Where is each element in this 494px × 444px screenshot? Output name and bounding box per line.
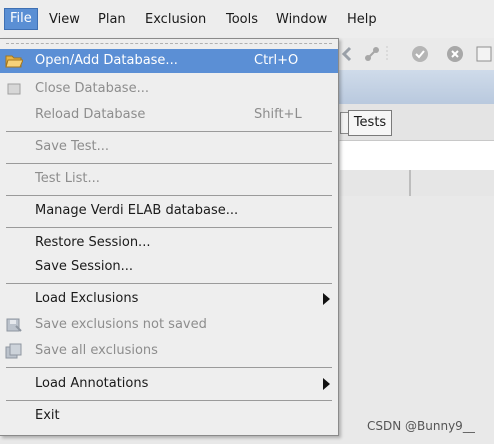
menu-item-restore-session[interactable]: Restore Session...: [0, 231, 338, 255]
menu-item-exit[interactable]: Exit: [0, 404, 338, 428]
column-header: [340, 170, 494, 197]
menu-item-label: Open/Add Database...: [35, 53, 178, 68]
menu-file[interactable]: File: [4, 8, 38, 30]
menu-separator: [6, 367, 332, 368]
tearoff-line[interactable]: [6, 43, 332, 44]
tab-tests[interactable]: Tests: [348, 110, 392, 136]
submenu-arrow-icon: [323, 378, 330, 390]
menu-view[interactable]: View: [44, 10, 85, 30]
database-icon: [7, 83, 21, 95]
menu-separator: [6, 227, 332, 228]
watermark: CSDN @Bunny9__: [367, 419, 475, 433]
menu-separator: [6, 131, 332, 132]
save-all-icon: [5, 343, 22, 359]
menu-item-label: Exit: [35, 408, 60, 423]
menu-help[interactable]: Help: [342, 10, 382, 30]
menu-item-test-list[interactable]: Test List...: [0, 167, 338, 191]
shortcut-label: Shift+L: [254, 107, 302, 122]
menu-exclusion[interactable]: Exclusion: [140, 10, 211, 30]
menu-separator: [6, 163, 332, 164]
menu-item-reload-database[interactable]: Reload Database Shift+L: [0, 103, 338, 127]
menu-separator: [6, 400, 332, 401]
menu-item-open-add-database[interactable]: Open/Add Database... Ctrl+O: [0, 49, 338, 73]
menu-item-label: Manage Verdi ELAB database...: [35, 203, 239, 218]
menu-item-label: Save exclusions not saved: [35, 317, 207, 332]
back-arrow-icon[interactable]: [338, 44, 358, 64]
menu-item-load-exclusions[interactable]: Load Exclusions: [0, 287, 338, 311]
file-menu-dropdown: Open/Add Database... Ctrl+O Close Databa…: [0, 38, 339, 436]
menu-window[interactable]: Window: [271, 10, 332, 30]
menu-item-load-annotations[interactable]: Load Annotations: [0, 372, 338, 396]
menu-separator: [6, 283, 332, 284]
menu-item-label: Save all exclusions: [35, 343, 158, 358]
cancel-icon[interactable]: [445, 44, 465, 64]
menu-item-label: Test List...: [35, 171, 100, 186]
results-pane: [340, 196, 494, 444]
menu-item-label: Close Database...: [35, 81, 149, 96]
menu-item-label: Save Session...: [35, 259, 134, 274]
filter-input[interactable]: [340, 140, 494, 172]
menu-item-manage-verdi-elab[interactable]: Manage Verdi ELAB database...: [0, 199, 338, 223]
menu-item-label: Restore Session...: [35, 235, 151, 250]
submenu-arrow-icon: [323, 293, 330, 305]
shortcut-label: Ctrl+O: [254, 53, 299, 68]
folder-open-icon: [5, 55, 23, 68]
menu-item-label: Reload Database: [35, 107, 146, 122]
menu-item-close-database[interactable]: Close Database...: [0, 77, 338, 101]
check-icon[interactable]: [410, 44, 430, 64]
toolbar-separator-icon: [386, 46, 388, 62]
menu-item-label: Save Test...: [35, 139, 110, 154]
square-icon[interactable]: [474, 44, 494, 64]
menu-item-save-test[interactable]: Save Test...: [0, 135, 338, 159]
tree-icon[interactable]: [362, 44, 382, 64]
menu-item-save-exclusions-not-saved[interactable]: Save exclusions not saved: [0, 313, 338, 337]
menu-plan[interactable]: Plan: [93, 10, 131, 30]
menu-separator: [6, 195, 332, 196]
menu-item-label: Load Exclusions: [35, 291, 139, 306]
menu-tools[interactable]: Tools: [221, 10, 263, 30]
menu-item-label: Load Annotations: [35, 376, 149, 391]
menu-item-save-all-exclusions[interactable]: Save all exclusions: [0, 339, 338, 363]
save-exclusions-icon: [6, 318, 22, 332]
menubar: File View Plan Exclusion Tools Window He…: [0, 0, 494, 39]
menu-item-save-session[interactable]: Save Session...: [0, 255, 338, 279]
